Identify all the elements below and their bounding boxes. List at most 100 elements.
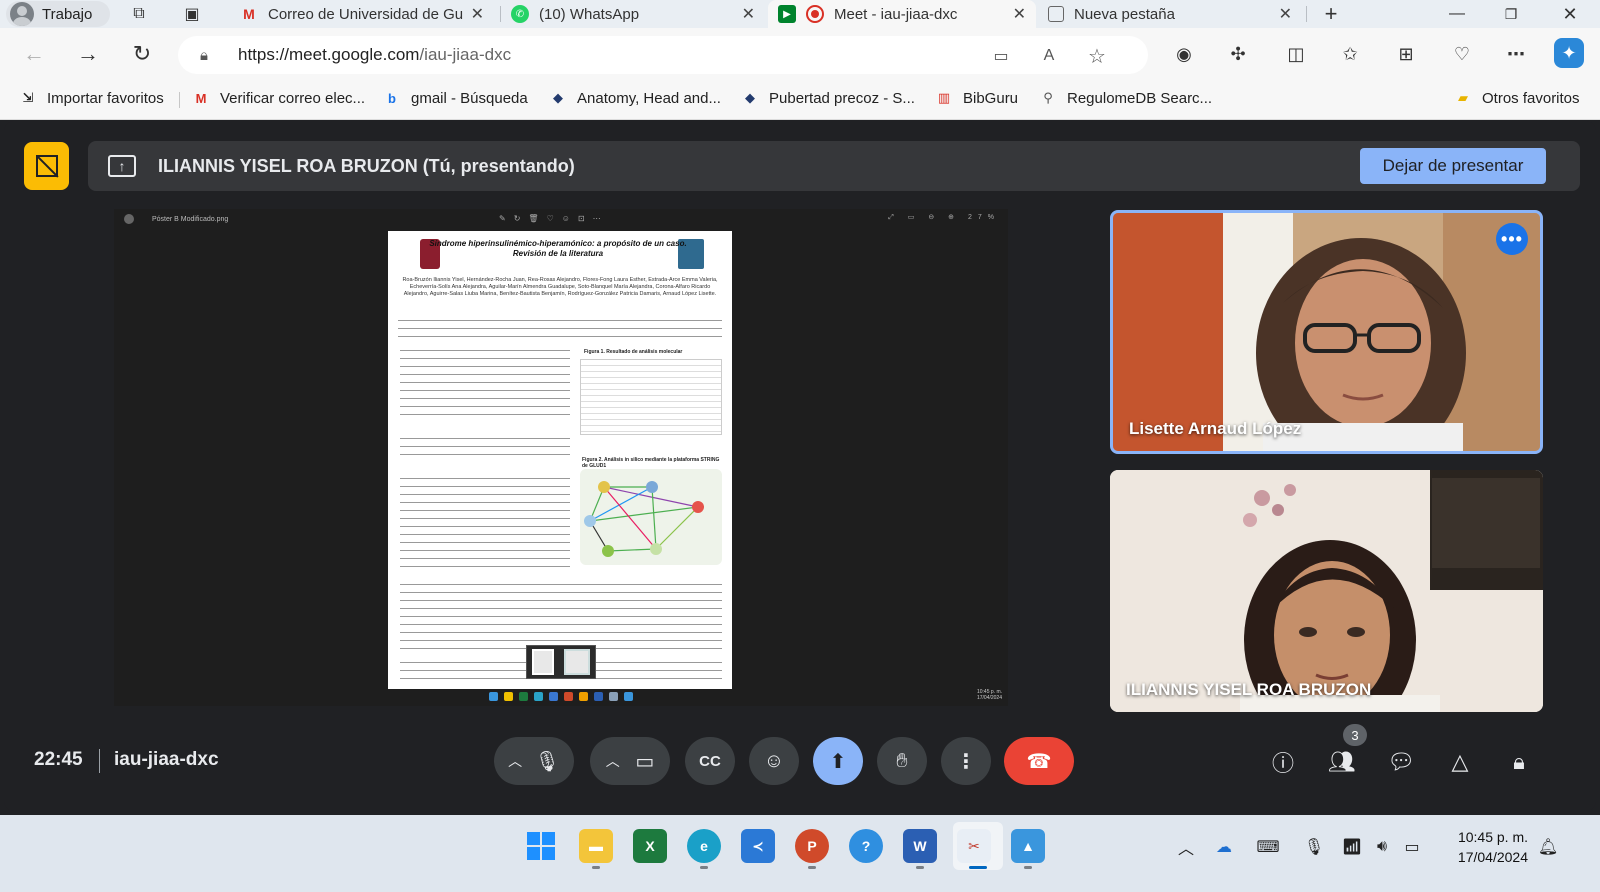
running-indicator xyxy=(700,866,708,869)
recording-icon xyxy=(806,5,824,23)
copilot-icon[interactable]: ✦ xyxy=(1554,38,1584,68)
bookmark-bibguru[interactable]: ▥ BibGuru xyxy=(934,89,1018,107)
bookmark-pubertad[interactable]: ◆ Pubertad precoz - S... xyxy=(740,89,915,107)
address-bar[interactable]: 🔒︎ https://meet.google.com/iau-jiaa-dxc … xyxy=(178,36,1148,74)
onedrive-icon[interactable]: ☁ xyxy=(1212,836,1236,858)
bookmark-regulomedb[interactable]: ⚲ RegulomeDB Searc... xyxy=(1038,89,1212,107)
meeting-time: 22:45 xyxy=(34,749,83,770)
collections-icon[interactable]: ⊞ xyxy=(1390,38,1422,70)
vscode-icon[interactable]: ≺ xyxy=(741,829,775,863)
window-close-icon[interactable]: ✕ xyxy=(1545,0,1595,28)
help-icon[interactable]: ? xyxy=(849,829,883,863)
system-clock[interactable]: 10:45 p. m. 17/04/2024 xyxy=(1448,827,1528,867)
tray-overflow-icon[interactable]: ︿ xyxy=(1174,836,1198,858)
other-favorites[interactable]: ▰ Otros favoritos xyxy=(1453,89,1580,107)
activities-icon[interactable]: △ xyxy=(1443,745,1477,779)
camera-permission-icon[interactable]: ▭ xyxy=(990,45,1012,67)
start-icon[interactable] xyxy=(524,829,558,863)
reactions-button[interactable]: ☺ xyxy=(749,737,799,785)
captions-button[interactable]: CC xyxy=(685,737,735,785)
bookmark-gmail-search[interactable]: b gmail - Búsqueda xyxy=(382,89,528,107)
camera-icon[interactable]: ▭ xyxy=(635,749,654,774)
running-indicator xyxy=(916,866,924,869)
more-options-button[interactable]: ⋮ xyxy=(941,737,991,785)
chevron-up-icon[interactable]: ︿ xyxy=(508,751,522,771)
new-tab-icon xyxy=(1048,6,1064,22)
poster-intro xyxy=(400,347,570,421)
microphone-icon[interactable]: 🎙︎ xyxy=(534,749,559,774)
bookmark-import[interactable]: ⇲ Importar favoritos xyxy=(18,89,164,107)
favorite-star-icon[interactable]: ☆ xyxy=(1086,45,1108,68)
microphone-tray-icon[interactable]: 🎙︎ xyxy=(1302,836,1326,858)
participant-video xyxy=(1113,213,1540,451)
minimize-icon[interactable]: — xyxy=(1432,0,1482,28)
tab-whatsapp[interactable]: ✆ (10) WhatsApp ✕ xyxy=(503,0,765,28)
raise-hand-button[interactable]: ✋︎ xyxy=(877,737,927,785)
meeting-details-icon[interactable]: ⓘ xyxy=(1266,745,1300,779)
chevron-up-icon[interactable]: ︿ xyxy=(606,751,620,771)
bookmark-anatomy[interactable]: ◆ Anatomy, Head and... xyxy=(548,89,721,107)
poster-fig2-caption: Figura 2. Análisis in silico mediante la… xyxy=(582,457,720,469)
profile-button[interactable]: Trabajo xyxy=(6,1,110,27)
tab-new-tab[interactable]: Nueva pestaña ✕ xyxy=(1040,0,1302,28)
bibguru-icon: ▥ xyxy=(937,90,951,105)
reload-icon[interactable]: ↻ xyxy=(126,38,158,70)
tab-gmail[interactable]: M Correo de Universidad de Gu ✕ xyxy=(232,0,494,28)
bookmark-verify-mail[interactable]: M Verificar correo elec... xyxy=(191,89,365,107)
split-screen-icon[interactable]: ◫ xyxy=(1280,38,1312,70)
photos-icon[interactable]: ▲ xyxy=(1011,829,1045,863)
tab-meet[interactable]: ▶ Meet - iau-jiaa-dxc ✕ xyxy=(768,0,1036,28)
viewer-thumbnails[interactable] xyxy=(526,645,596,679)
lock-icon: 🔒︎ xyxy=(200,46,208,64)
close-icon[interactable]: ✕ xyxy=(1013,4,1026,24)
profile-label: Trabajo xyxy=(42,5,93,23)
leave-call-button[interactable]: ☎︎ xyxy=(1004,737,1074,785)
new-tab-plus-icon[interactable]: + xyxy=(1320,1,1342,26)
forward-icon[interactable]: → xyxy=(72,38,104,70)
restore-icon[interactable]: ❐ xyxy=(1486,0,1536,28)
favorites-icon[interactable]: ✩ xyxy=(1334,38,1366,70)
extension-icon[interactable]: ◉ xyxy=(1168,38,1200,70)
word-icon[interactable]: W xyxy=(903,829,937,863)
presenting-banner: ↑ ILIANNIS YISEL ROA BRUZON (Tú, present… xyxy=(88,141,1580,191)
windows-taskbar: ▬ X e ≺ P ? W ✂ ▲ ︿ ☁ ⌨ 🎙︎ 📶︎ 🔊︎ ▭ 10:45… xyxy=(0,815,1600,892)
workspaces-icon[interactable]: ⧉ xyxy=(128,3,150,25)
close-icon[interactable]: ✕ xyxy=(742,4,755,24)
chat-icon[interactable]: 💬︎ xyxy=(1384,745,1418,779)
presenting-badge xyxy=(24,142,69,190)
gmail-icon: M xyxy=(243,6,255,22)
host-controls-icon[interactable]: 🔒︎ xyxy=(1502,745,1536,779)
poster-title: Síndrome hiperinsulinémico-hiperamónico:… xyxy=(429,239,687,258)
tab-actions-icon[interactable]: ▣ xyxy=(181,3,203,25)
browser-essentials-icon[interactable]: ♡ xyxy=(1446,38,1478,70)
people-icon[interactable]: 👥︎ xyxy=(1325,745,1359,779)
powerpoint-icon[interactable]: P xyxy=(795,829,829,863)
back-icon[interactable]: ← xyxy=(18,38,50,70)
keyboard-icon[interactable]: ⌨ xyxy=(1256,836,1280,858)
edge-icon[interactable]: e xyxy=(687,829,721,863)
more-menu-icon[interactable]: ⋯ xyxy=(1500,38,1532,70)
participant-tile[interactable]: ••• Lisette Arnaud López xyxy=(1110,210,1543,454)
battery-icon[interactable]: ▭ xyxy=(1400,836,1424,858)
file-explorer-icon[interactable]: ▬ xyxy=(579,829,613,863)
close-icon[interactable]: ✕ xyxy=(1279,4,1292,24)
close-icon[interactable]: ✕ xyxy=(471,4,484,24)
end-call-icon: ☎︎ xyxy=(1026,750,1052,773)
extensions-puzzle-icon[interactable]: ✣ xyxy=(1222,38,1254,70)
notifications-icon[interactable]: 🔔︎ xyxy=(1536,836,1560,858)
viewer-toolbar: Póster B Modificado.png ✎↻🗑︎♡☺⊡⋯ ⤢ ▭ ⊖ ⊕… xyxy=(114,209,1008,231)
snipping-tool-icon[interactable]: ✂ xyxy=(957,829,991,863)
meet-icon: ▶ xyxy=(778,5,796,23)
wifi-icon[interactable]: 📶︎ xyxy=(1340,836,1364,858)
more-options-icon[interactable]: ••• xyxy=(1496,223,1528,255)
tab-separator xyxy=(1306,6,1307,22)
participant-tile[interactable]: ILIANNIS YISEL ROA BRUZON xyxy=(1110,470,1543,712)
present-button[interactable]: ⬆ xyxy=(813,737,863,785)
excel-icon[interactable]: X xyxy=(633,829,667,863)
camera-control[interactable]: ︿ ▭ xyxy=(590,737,670,785)
presenting-title: ILIANNIS YISEL ROA BRUZON (Tú, presentan… xyxy=(158,155,575,176)
microphone-control[interactable]: ︿ 🎙︎ xyxy=(494,737,574,785)
volume-icon[interactable]: 🔊︎ xyxy=(1370,836,1394,858)
read-aloud-icon[interactable]: A xyxy=(1038,45,1060,67)
stop-presenting-button[interactable]: Dejar de presentar xyxy=(1360,148,1546,184)
